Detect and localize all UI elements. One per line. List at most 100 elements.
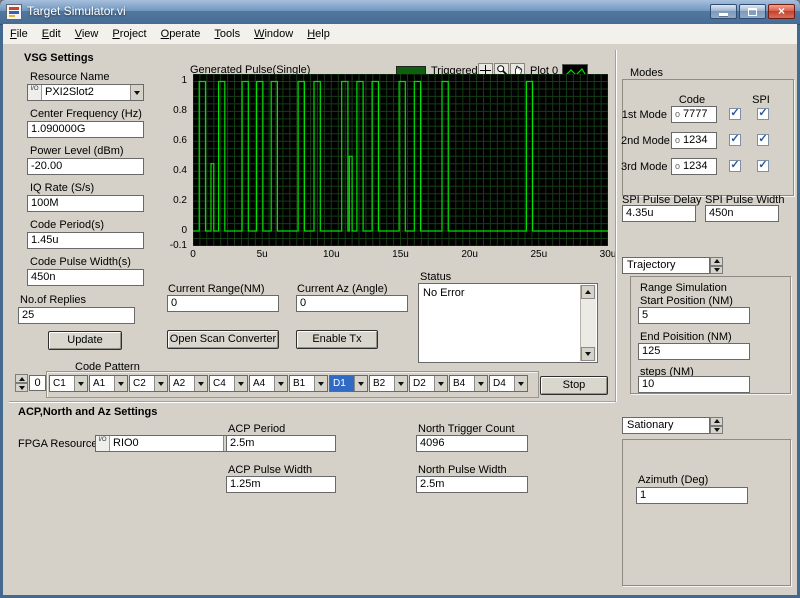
code-pattern-select-a2[interactable]: A2 [169,375,208,392]
mode-1-spi-checkbox[interactable]: ✓ [757,108,769,120]
dropdown-arrow-icon[interactable] [314,376,327,391]
dropdown-arrow-icon[interactable] [474,376,487,391]
title-bar[interactable]: Target Simulator.vi × [0,0,800,25]
code-pattern-select-d2[interactable]: D2 [409,375,448,392]
menu-help[interactable]: Help [300,24,337,44]
spi-pulse-delay-field[interactable]: 4.35u [622,205,696,222]
trajectory-ring-spinner[interactable] [710,257,723,274]
menu-file[interactable]: File [3,24,35,44]
end-position-field[interactable]: 125 [638,343,750,360]
mode-code-field-3[interactable]: o1234 [671,158,717,175]
mode-3-spi-checkbox[interactable]: ✓ [757,160,769,172]
code-pattern-select-c4[interactable]: C4 [209,375,248,392]
acp-pulse-width-field[interactable]: 1.25m [226,476,336,493]
code-pattern-select-c2[interactable]: C2 [129,375,168,392]
x-axis-tick: 0 [190,249,196,260]
mode-code-field-2[interactable]: o1234 [671,132,717,149]
close-button[interactable]: × [768,4,795,19]
mode-code-value: 7777 [683,108,707,120]
code-pattern-select-a1[interactable]: A1 [89,375,128,392]
iq-rate-field[interactable]: 100M [27,195,144,212]
fpga-resource-value: RIO0 [110,436,223,451]
north-trigger-count-field[interactable]: 4096 [416,435,528,452]
mode-3-checkbox-a[interactable]: ✓ [729,160,741,172]
vi-app-icon [6,4,22,20]
scroll-up-icon[interactable] [581,285,595,299]
power-level-field[interactable]: -20.00 [27,158,144,175]
ring-down-icon[interactable] [710,426,723,435]
dropdown-arrow-icon[interactable] [434,376,447,391]
stop-button[interactable]: Stop [540,376,608,395]
azimuth-label: Azimuth (Deg) [638,474,708,486]
section-divider [9,401,615,402]
dropdown-arrow-icon[interactable] [74,376,87,391]
code-pattern-value: B2 [370,376,394,391]
code-pattern-select-b4[interactable]: B4 [449,375,488,392]
dropdown-arrow-icon[interactable] [234,376,247,391]
stationary-ring[interactable]: Sationary [622,417,710,434]
array-index-spinner[interactable] [15,374,28,392]
fpga-resource-select[interactable]: I/O RIO0 [95,435,237,452]
code-pattern-select-d1[interactable]: D1 [329,375,368,392]
mode-2-checkbox-a[interactable]: ✓ [729,134,741,146]
code-period-field[interactable]: 1.45u [27,232,144,249]
mode-code-field-1[interactable]: o7777 [671,106,717,123]
mode-label-1: 1st Mode [621,109,667,121]
code-pulse-width-field[interactable]: 450n [27,269,144,286]
menu-edit[interactable]: Edit [35,24,68,44]
trajectory-ring[interactable]: Trajectory [622,257,710,274]
steps-field[interactable]: 10 [638,376,750,393]
dropdown-arrow-icon[interactable] [114,376,127,391]
menu-view[interactable]: View [68,24,106,44]
current-range-field[interactable]: 0 [167,295,279,312]
mode-2-spi-checkbox[interactable]: ✓ [757,134,769,146]
column-divider [615,50,616,402]
scroll-down-icon[interactable] [581,347,595,361]
dropdown-arrow-icon[interactable] [130,85,143,100]
code-pattern-select-a4[interactable]: A4 [249,375,288,392]
acp-period-field[interactable]: 2.5m [226,435,336,452]
spi-pulse-width-field[interactable]: 450n [705,205,779,222]
update-button[interactable]: Update [48,331,122,350]
code-pattern-select-b2[interactable]: B2 [369,375,408,392]
ring-up-icon[interactable] [710,417,723,426]
dropdown-arrow-icon[interactable] [194,376,207,391]
ring-down-icon[interactable] [710,266,723,275]
enable-tx-button[interactable]: Enable Tx [296,330,378,349]
azimuth-field[interactable]: 1 [636,487,748,504]
open-scan-converter-button[interactable]: Open Scan Converter [167,330,279,349]
code-pattern-select-c1[interactable]: C1 [49,375,88,392]
start-position-field[interactable]: 5 [638,307,750,324]
dropdown-arrow-icon[interactable] [354,376,367,391]
waveform-graph[interactable] [193,74,608,246]
status-label: Status [420,271,451,283]
dropdown-arrow-icon[interactable] [274,376,287,391]
dropdown-arrow-icon[interactable] [154,376,167,391]
index-up-icon[interactable] [15,374,28,383]
status-box[interactable]: No Error [418,283,598,363]
code-pattern-select-b1[interactable]: B1 [289,375,328,392]
mode-1-checkbox-a[interactable]: ✓ [729,108,741,120]
dropdown-arrow-icon[interactable] [514,376,527,391]
index-down-icon[interactable] [15,383,28,392]
array-index-field[interactable]: 0 [29,375,46,391]
current-az-field[interactable]: 0 [296,295,408,312]
menu-operate[interactable]: Operate [154,24,208,44]
menu-tools[interactable]: Tools [207,24,247,44]
ring-up-icon[interactable] [710,257,723,266]
center-frequency-field[interactable]: 1.090000G [27,121,144,138]
dropdown-arrow-icon[interactable] [394,376,407,391]
replies-field[interactable]: 25 [18,307,135,324]
status-scrollbar[interactable] [580,285,596,361]
menu-window[interactable]: Window [247,24,300,44]
menu-project[interactable]: Project [105,24,153,44]
y-axis-tick: 0.6 [173,135,187,146]
maximize-button[interactable] [739,4,766,19]
resource-name-select[interactable]: I/O PXI2Slot2 [27,84,144,101]
stationary-ring-spinner[interactable] [710,417,723,434]
minimize-button[interactable] [710,4,737,19]
x-axis-tick: 5u [257,249,268,260]
north-pulse-width-field[interactable]: 2.5m [416,476,528,493]
code-pattern-select-d4[interactable]: D4 [489,375,528,392]
north-pulse-width-label: North Pulse Width [418,464,507,476]
